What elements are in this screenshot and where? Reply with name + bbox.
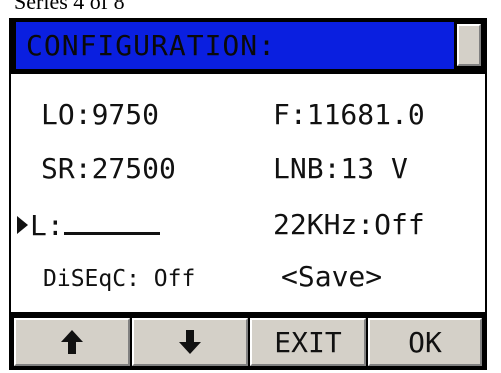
arrow-up-icon [60,328,84,356]
22khz-field[interactable]: 22KHz:Off [273,208,425,242]
up-button[interactable] [14,318,130,366]
lnb-field[interactable]: LNB:13 V [273,152,408,186]
down-button[interactable] [132,318,248,366]
top-caption: Series 4 of 8 [14,0,125,14]
exit-button[interactable]: EXIT [250,318,366,366]
frequency-field[interactable]: F:11681.0 [273,98,425,132]
l-field-label: L: [30,209,64,242]
l-field-value [63,208,160,235]
config-panel: LO:9750 F:11681.0 SR:27500 LNB:13 V L: 2… [11,74,485,312]
device-frame: CONFIGURATION: LO:9750 F:11681.0 SR:2750… [9,18,487,370]
l-field-row[interactable]: L: [17,208,160,243]
title-corner-button[interactable] [457,24,481,66]
symbol-rate-field[interactable]: SR:27500 [41,152,176,186]
ok-button[interactable]: OK [368,318,482,366]
save-option[interactable]: <Save> [281,260,382,294]
screen-title: CONFIGURATION: [16,22,454,69]
arrow-down-icon [178,328,202,356]
button-bar: EXIT OK [11,316,485,368]
diseqc-field[interactable]: DiSEqC: Off [43,262,195,296]
lo-field[interactable]: LO:9750 [41,98,159,132]
selection-cursor-icon [17,216,28,234]
